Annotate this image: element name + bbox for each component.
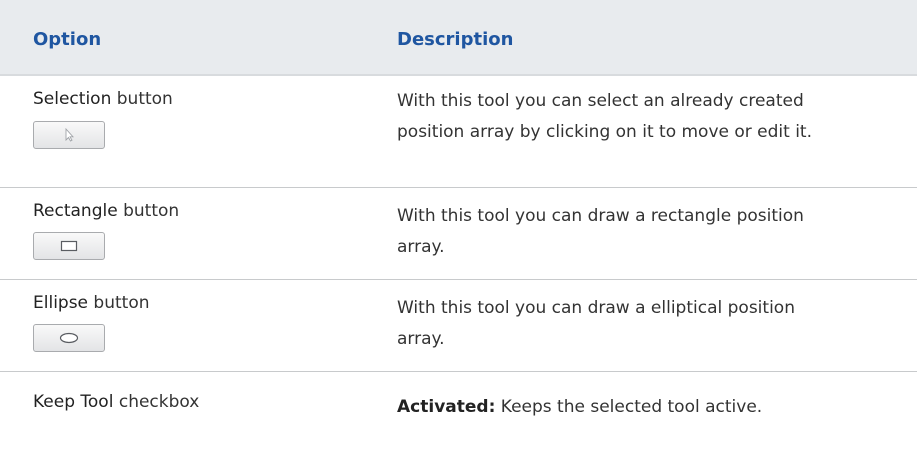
- table-row-selection: Selection button With this tool you can …: [0, 76, 917, 188]
- selection-button[interactable]: [33, 121, 105, 149]
- options-table: Option Description Selection button With…: [0, 0, 917, 469]
- description-bold: Activated:: [397, 397, 496, 417]
- ellipse-icon: [59, 332, 79, 344]
- option-term: Keep Tool: [33, 392, 114, 412]
- option-term: Ellipse: [33, 293, 89, 313]
- option-label: Selection button: [33, 89, 173, 109]
- ellipse-button[interactable]: [33, 324, 105, 352]
- option-label: Keep Tool checkbox: [33, 392, 199, 412]
- rectangle-icon: [60, 240, 78, 252]
- header-option: Option: [33, 29, 102, 50]
- option-label: Ellipse button: [33, 293, 150, 313]
- description-text: With this tool you can draw a rectangle …: [397, 206, 804, 257]
- table-header: Option Description: [0, 0, 917, 76]
- rectangle-button[interactable]: [33, 232, 105, 260]
- description-text: With this tool you can select an already…: [397, 91, 813, 142]
- option-suffix: checkbox: [113, 392, 200, 412]
- table-row-ellipse: Ellipse button With this tool you can dr…: [0, 280, 917, 372]
- option-suffix: button: [117, 201, 180, 221]
- option-term: Rectangle: [33, 201, 118, 221]
- table-row-keep-tool: Keep Tool checkbox Activated: Keeps the …: [0, 372, 917, 469]
- option-label: Rectangle button: [33, 201, 179, 221]
- header-description: Description: [397, 29, 514, 50]
- description-text: Activated: Keeps the selected tool activ…: [397, 392, 827, 423]
- description-rest: Keeps the selected tool active.: [495, 397, 763, 417]
- table-row-rectangle: Rectangle button With this tool you can …: [0, 188, 917, 280]
- cursor-arrow-icon: [65, 127, 75, 142]
- option-suffix: button: [111, 89, 173, 109]
- description-text: With this tool you can draw a elliptical…: [397, 298, 795, 349]
- option-term: Selection: [33, 89, 112, 109]
- option-suffix: button: [88, 293, 150, 313]
